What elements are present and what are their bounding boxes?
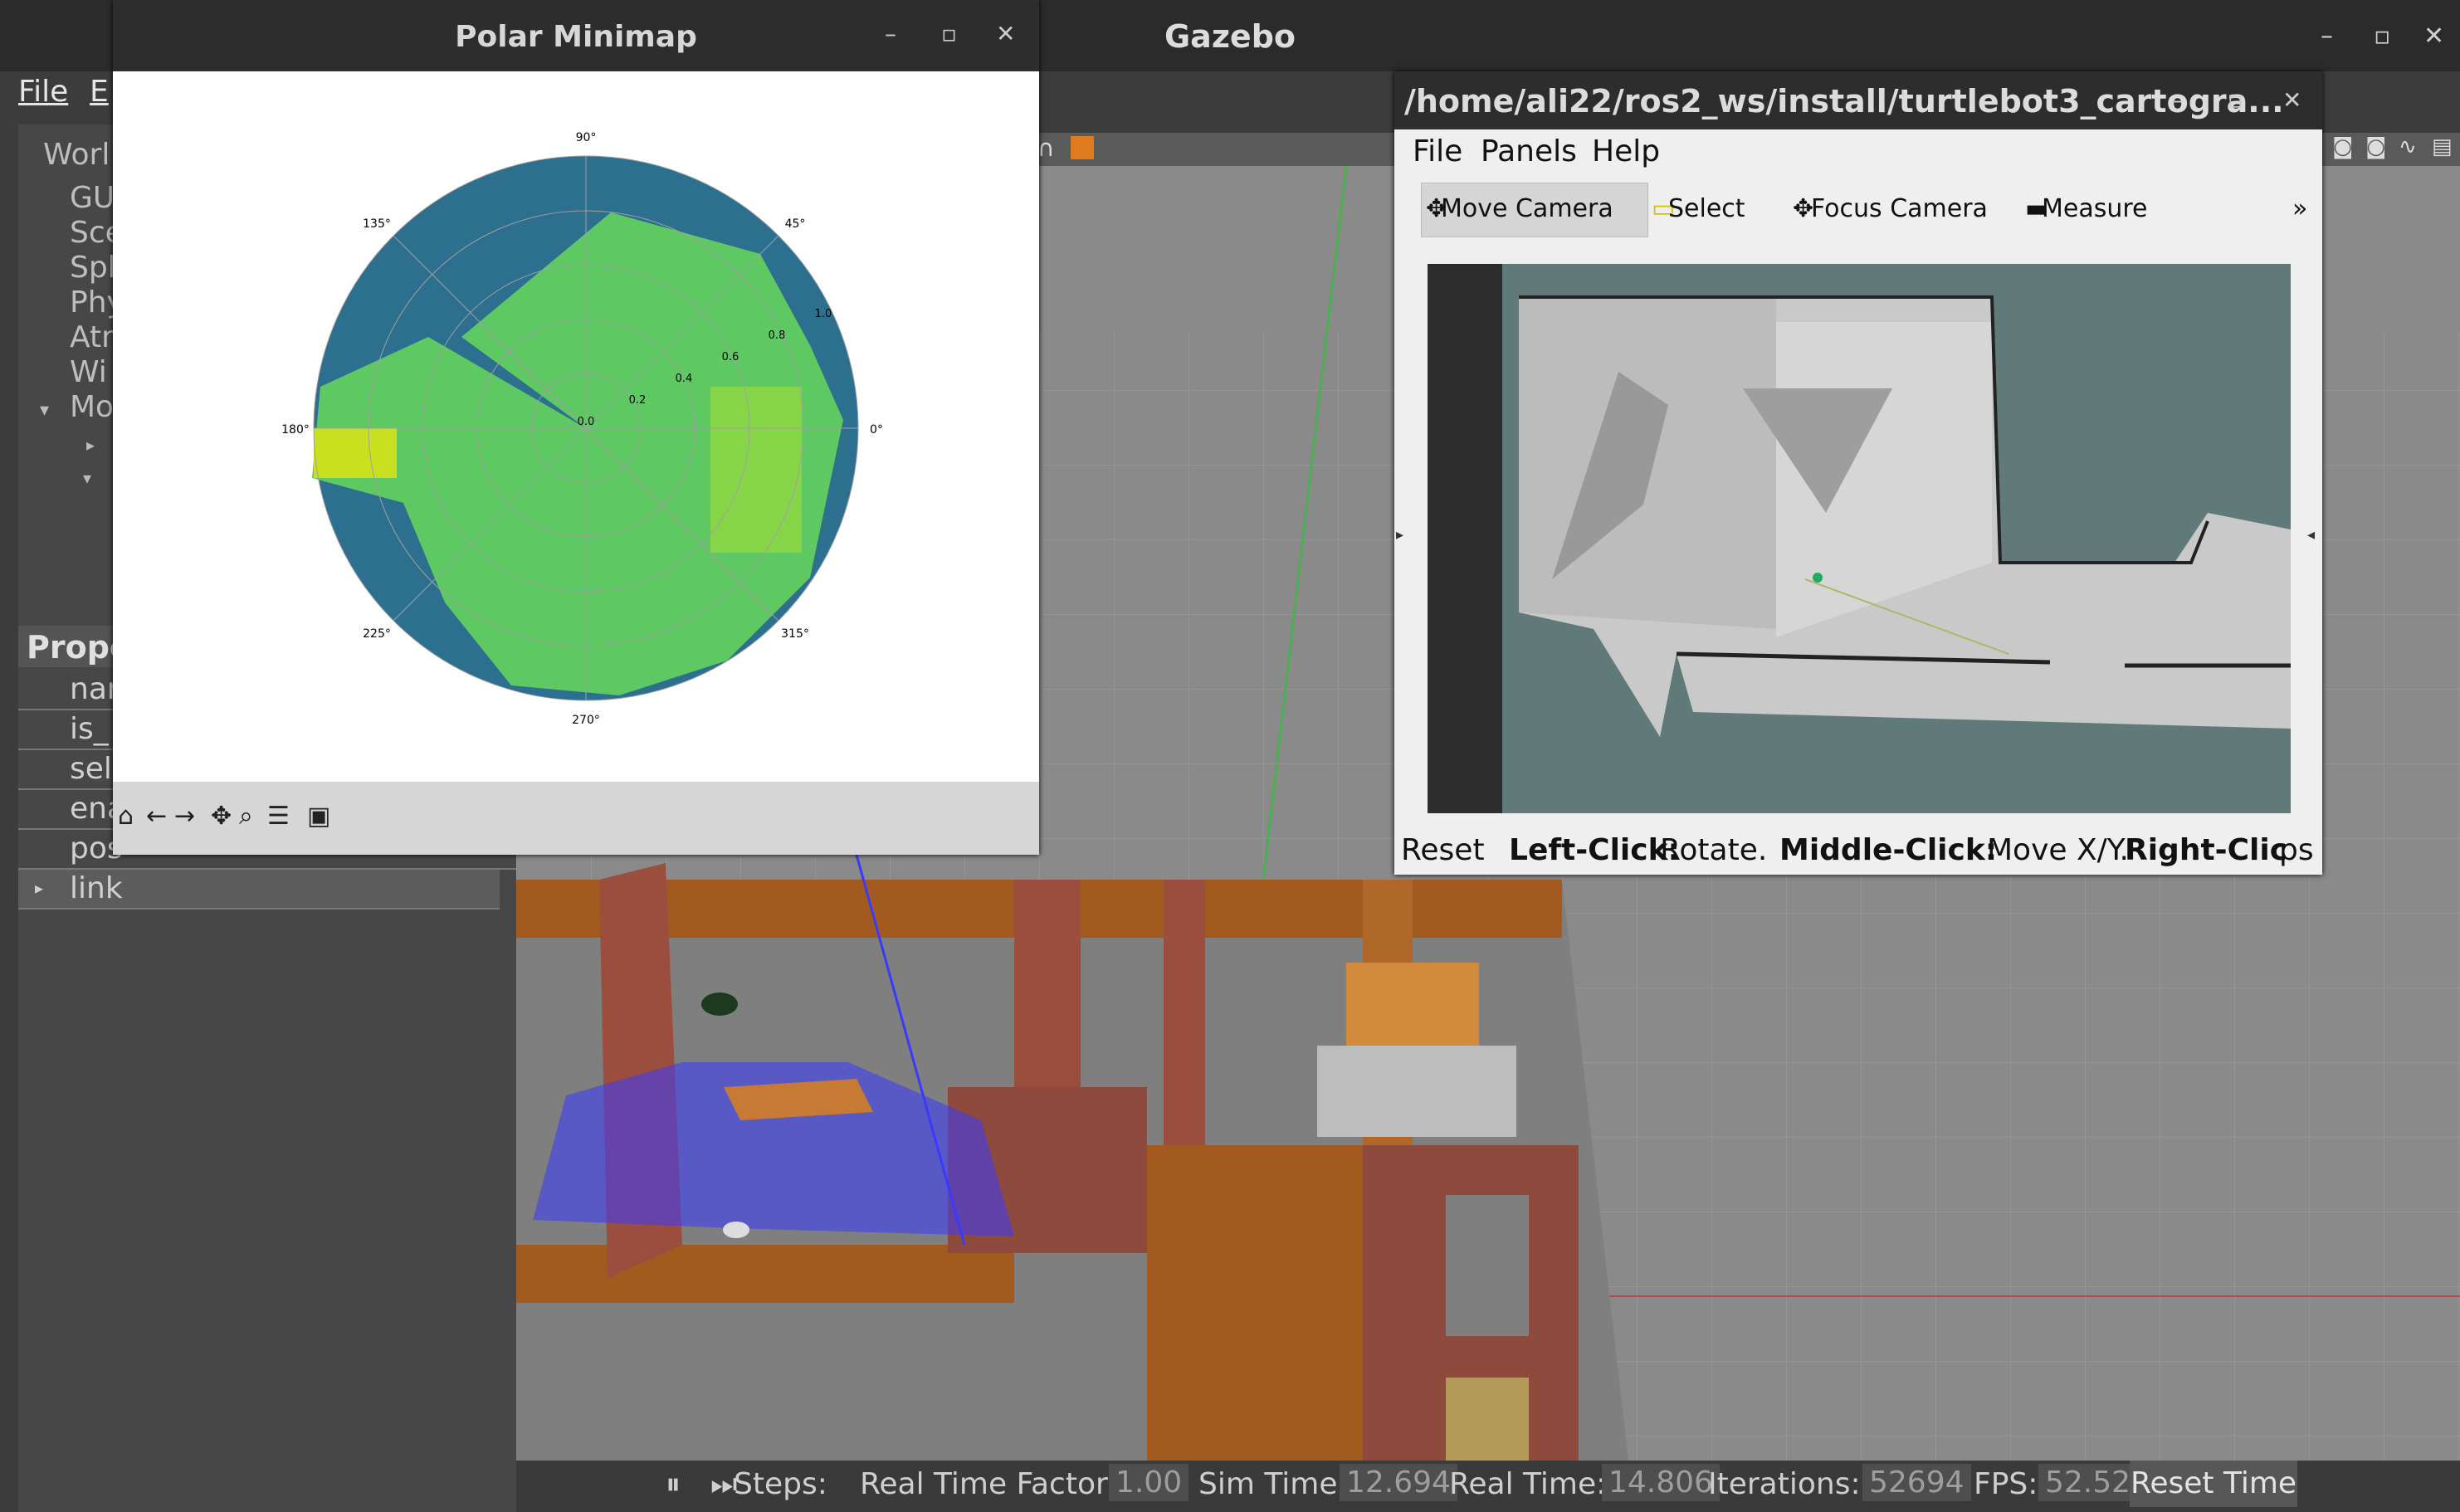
menu-edit[interactable]: E (90, 75, 109, 109)
chart-icon[interactable]: ▤ (2432, 134, 2453, 159)
rviz-window: /home/ali22/ros2_ws/install/turtlebot3_c… (1394, 71, 2322, 875)
maximize-icon[interactable]: ▫ (2374, 22, 2390, 51)
radial-label: 0.6 (722, 351, 739, 363)
expand-icon[interactable]: ▾ (40, 400, 49, 421)
tree-wind[interactable]: Wi (70, 355, 107, 389)
rviz-menu-file[interactable]: File (1413, 134, 1462, 168)
angle-label: 315° (781, 627, 809, 641)
save-icon[interactable]: ▣ (307, 802, 330, 831)
record-icon[interactable]: ◙ (2365, 134, 2386, 159)
sim-time-label: Sim Time: (1198, 1467, 1348, 1501)
angle-label: 90° (576, 131, 597, 144)
forward-icon[interactable]: → (174, 802, 195, 831)
measure-button[interactable]: Measure (2042, 194, 2148, 223)
iterations-value: 52694 (1862, 1464, 1971, 1501)
overflow-icon[interactable]: » (2292, 194, 2307, 223)
occupancy-bright (710, 387, 802, 553)
reset-button[interactable]: Reset (1401, 833, 1485, 867)
radial-label: 0.4 (676, 373, 693, 385)
prop-row[interactable]: ▸ link (18, 870, 500, 910)
angle-label: 225° (363, 627, 391, 641)
radial-label: 0.2 (629, 394, 647, 407)
occupancy-map (1502, 264, 2291, 813)
polar-grid (313, 155, 859, 701)
move-camera-label: Move Camera (1441, 194, 1613, 223)
angle-label: 45° (785, 217, 806, 231)
tree-gui[interactable]: GU (70, 181, 115, 215)
menu-file[interactable]: File (18, 75, 68, 109)
plot-icon[interactable]: ∿ (2399, 134, 2417, 159)
radial-label: 0.8 (769, 329, 786, 342)
collapse-left-icon[interactable]: ▸ (1396, 526, 1403, 544)
fps-label: FPS: (1974, 1467, 2038, 1501)
close-icon[interactable]: ✕ (2282, 86, 2301, 114)
rviz-render-panel[interactable] (1428, 264, 2291, 813)
steps-label: Steps: (734, 1467, 827, 1501)
maximize-icon[interactable]: ▫ (941, 20, 957, 47)
angle-label: 180° (281, 423, 310, 437)
back-icon[interactable]: ← (146, 802, 167, 831)
expand-icon[interactable]: ▾ (83, 468, 91, 488)
minimize-icon[interactable]: – (2171, 86, 2183, 114)
close-icon[interactable]: ✕ (2423, 22, 2444, 51)
real-time-label: Real Time: (1449, 1467, 1607, 1501)
zoom-icon[interactable]: ⌕ (239, 802, 253, 831)
occupancy-bright (314, 428, 397, 478)
collapse-right-icon[interactable]: ◂ (2307, 526, 2315, 544)
rtf-label: Real Time Factor: (860, 1467, 1118, 1501)
minimize-icon[interactable]: – (2321, 22, 2333, 51)
iterations-label: Iterations: (1708, 1467, 1861, 1501)
reset-time-button[interactable]: Reset Time (2130, 1461, 2297, 1507)
rviz-menu-help[interactable]: Help (1592, 134, 1660, 168)
camera-icon[interactable]: ◙ (2332, 134, 2353, 159)
maximize-icon[interactable]: ▫ (2228, 86, 2243, 114)
rviz-title: /home/ali22/ros2_ws/install/turtlebot3_c… (1404, 83, 2284, 119)
light-icon[interactable] (1071, 136, 1094, 159)
pan-icon[interactable]: ✥ (211, 802, 232, 831)
polar-minimap-window: Polar Minimap – ▫ ✕ 90° 45° 0° 315° 270°… (113, 0, 1039, 855)
polar-plot: 90° 45° 0° 315° 270° 225° 180° 135° 0.0 … (281, 131, 883, 727)
radial-label: 1.0 (815, 308, 832, 320)
expand-icon[interactable]: ▸ (35, 878, 43, 898)
minimize-icon[interactable]: – (885, 20, 896, 47)
real-time-value: 14.806 (1602, 1464, 1720, 1501)
minimap-title: Polar Minimap (455, 20, 697, 54)
close-icon[interactable]: ✕ (996, 20, 1015, 47)
rtf-value: 1.00 (1109, 1464, 1189, 1501)
angle-label: 135° (363, 217, 391, 231)
radial-label: 0.0 (578, 416, 595, 428)
snap-icon[interactable]: ∩ (1037, 134, 1055, 162)
pause-icon[interactable]: ⏸ (666, 1467, 681, 1502)
focus-camera-button[interactable]: Focus Camera (1811, 194, 1988, 223)
angle-label: 270° (572, 714, 600, 727)
select-button[interactable]: Select (1668, 194, 1745, 223)
rviz-statusbar: Reset Left-Click: Rotate. Middle-Click: … (1394, 828, 2322, 875)
expand-icon[interactable]: ▸ (86, 435, 95, 455)
tree-models[interactable]: Mo (70, 390, 114, 424)
angle-label: 0° (870, 423, 883, 437)
sim-time-value: 12.694 (1340, 1464, 1457, 1501)
tree-world[interactable]: Worl (43, 138, 110, 172)
rviz-menu-panels[interactable]: Panels (1481, 134, 1577, 168)
fps-value: 52.52 (2038, 1464, 2138, 1501)
home-icon[interactable]: ⌂ (118, 802, 134, 831)
configure-icon[interactable]: ☰ (267, 802, 290, 831)
